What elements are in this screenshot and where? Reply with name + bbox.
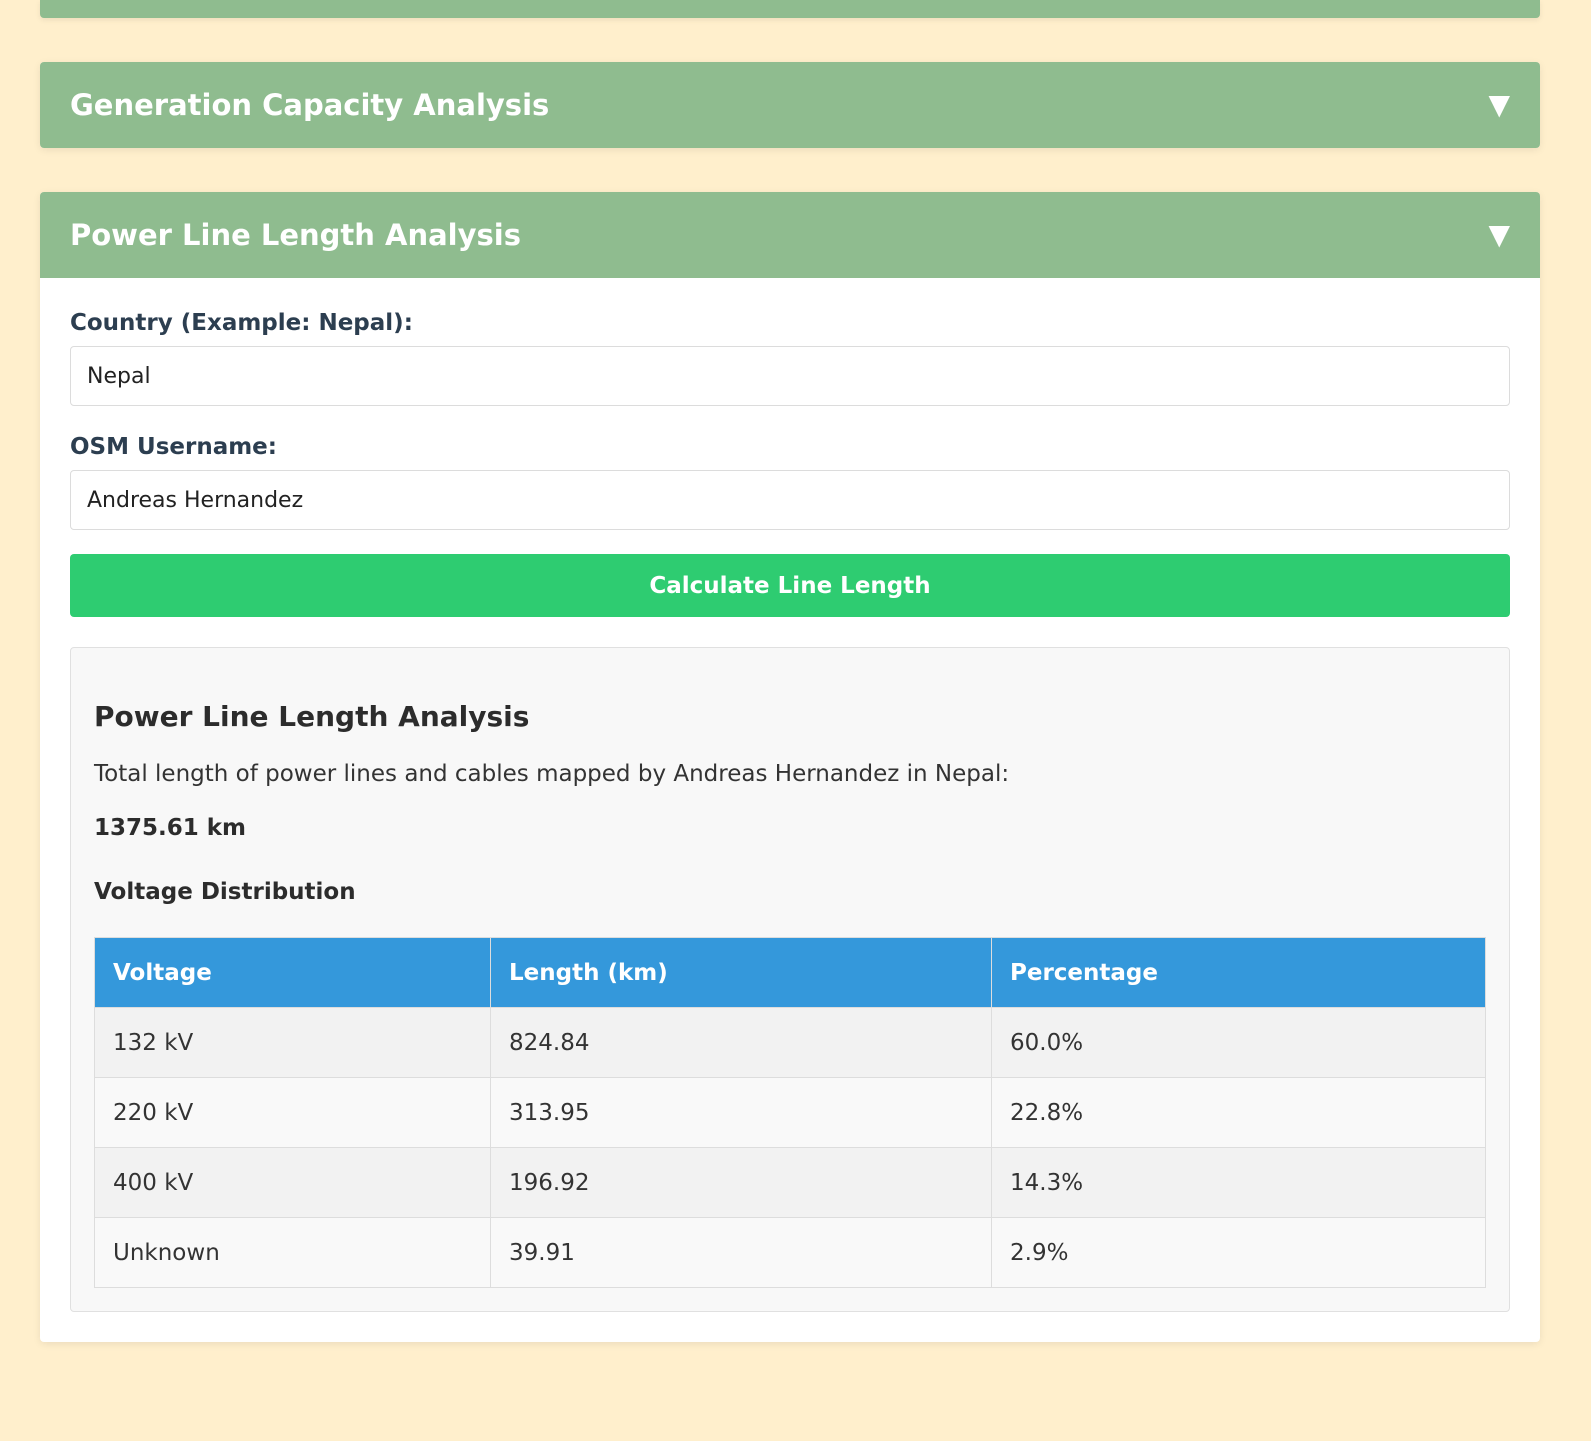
cell-percentage: 14.3% xyxy=(991,1147,1486,1218)
cell-voltage: 220 kV xyxy=(94,1077,491,1148)
power-line-title: Power Line Length Analysis xyxy=(70,218,521,252)
generation-capacity-panel: Generation Capacity Analysis ▼ xyxy=(40,62,1540,148)
cell-voltage: 400 kV xyxy=(94,1147,491,1218)
power-line-header[interactable]: Power Line Length Analysis ▼ xyxy=(40,192,1540,278)
generation-capacity-header[interactable]: Generation Capacity Analysis ▼ xyxy=(40,62,1540,148)
result-box: Power Line Length Analysis Total length … xyxy=(70,647,1510,1312)
cell-voltage: 132 kV xyxy=(94,1007,491,1078)
cell-percentage: 22.8% xyxy=(991,1077,1486,1148)
cell-length: 313.95 xyxy=(490,1077,992,1148)
country-label: Country (Example: Nepal): xyxy=(70,310,413,336)
result-total: 1375.61 km xyxy=(94,815,247,841)
username-input[interactable] xyxy=(70,470,1510,530)
cell-length: 39.91 xyxy=(490,1217,992,1288)
country-input[interactable] xyxy=(70,346,1510,406)
power-line-panel: Power Line Length Analysis ▼ Country (Ex… xyxy=(40,192,1540,1342)
cell-percentage: 2.9% xyxy=(991,1217,1486,1288)
column-header-length: Length (km) xyxy=(490,937,992,1008)
cell-length: 824.84 xyxy=(490,1007,992,1078)
table-header-row: Voltage Length (km) Percentage xyxy=(94,937,1486,1008)
cell-voltage: Unknown xyxy=(94,1217,491,1288)
column-header-voltage: Voltage xyxy=(94,937,491,1008)
table-row: 400 kV 196.92 14.3% xyxy=(94,1147,1486,1218)
result-heading: Power Line Length Analysis xyxy=(94,700,530,733)
generation-capacity-title: Generation Capacity Analysis xyxy=(70,88,550,122)
cell-percentage: 60.0% xyxy=(991,1007,1486,1078)
collapsed-panel-header-top[interactable] xyxy=(40,0,1540,18)
table-row: 132 kV 824.84 60.0% xyxy=(94,1007,1486,1078)
chevron-down-icon[interactable]: ▼ xyxy=(1488,221,1510,249)
cell-length: 196.92 xyxy=(490,1147,992,1218)
voltage-distribution-table: Voltage Length (km) Percentage 132 kV 82… xyxy=(94,937,1486,1288)
chevron-down-icon[interactable]: ▼ xyxy=(1488,91,1510,119)
column-header-percentage: Percentage xyxy=(991,937,1486,1008)
voltage-distribution-heading: Voltage Distribution xyxy=(94,879,356,905)
calculate-line-length-button[interactable]: Calculate Line Length xyxy=(70,554,1510,617)
username-label: OSM Username: xyxy=(70,434,277,460)
result-description: Total length of power lines and cables m… xyxy=(94,761,1010,787)
table-row: 220 kV 313.95 22.8% xyxy=(94,1077,1486,1148)
power-line-body: Country (Example: Nepal): OSM Username: … xyxy=(40,278,1540,1342)
table-row: Unknown 39.91 2.9% xyxy=(94,1217,1486,1288)
